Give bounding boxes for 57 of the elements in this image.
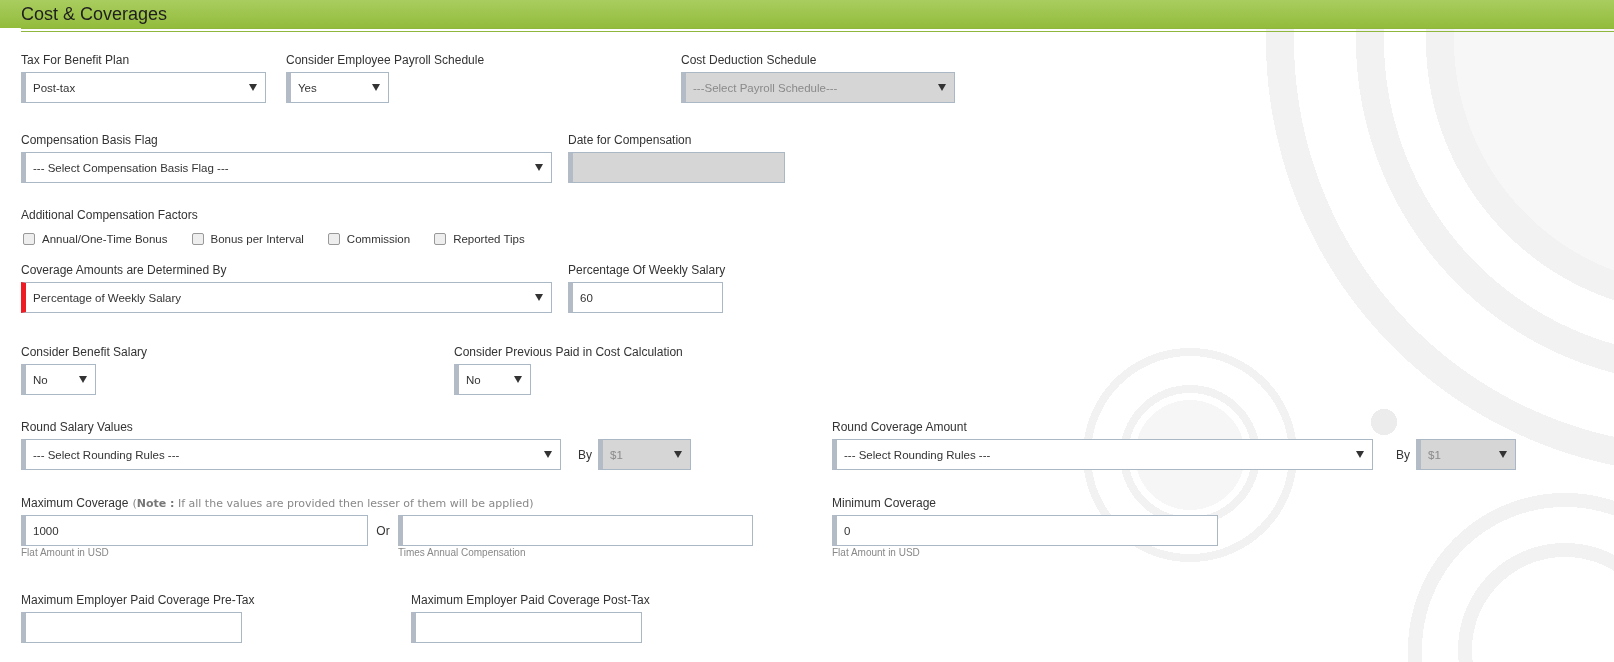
field-hint: Times Annual Compensation	[398, 546, 527, 560]
caret-icon	[249, 84, 257, 91]
field-label: Maximum Coverage	[21, 495, 129, 511]
input-field[interactable]: 60	[568, 282, 723, 313]
group-label: Additional Compensation Factors	[21, 207, 198, 223]
field-label: Date for Compensation	[568, 132, 692, 148]
checkbox[interactable]	[434, 233, 447, 245]
select-dropdown[interactable]: --- Select Rounding Rules ---	[21, 439, 561, 470]
field-label: Cost Deduction Schedule	[681, 52, 817, 68]
caret-icon	[514, 376, 522, 383]
select-dropdown[interactable]: No	[454, 364, 531, 395]
field-label: Consider Employee Payroll Schedule	[286, 52, 485, 68]
caret-icon	[1499, 451, 1507, 458]
input-field[interactable]	[398, 515, 753, 546]
select-dropdown[interactable]: --- Select Rounding Rules ---	[832, 439, 1373, 470]
select-dropdown[interactable]: Yes	[286, 72, 389, 103]
caret-icon	[544, 451, 552, 458]
caret-icon	[938, 84, 946, 91]
caret-icon	[674, 451, 682, 458]
joiner-text: By	[578, 447, 592, 462]
field-hint: Flat Amount in USD	[832, 546, 921, 560]
section-title: Cost & Coverages	[21, 3, 168, 25]
caret-icon	[372, 84, 380, 91]
field-label: Round Coverage Amount	[832, 419, 967, 435]
input-field[interactable]	[411, 612, 642, 643]
checkbox-label: Annual/One-Time Bonus	[42, 233, 168, 245]
field-label: Compensation Basis Flag	[21, 132, 158, 148]
caret-icon	[1356, 451, 1364, 458]
checkbox-label: Bonus per Interval	[210, 233, 304, 245]
select-dropdown[interactable]: --- Select Compensation Basis Flag ---	[21, 152, 552, 183]
field-hint: Flat Amount in USD	[21, 546, 110, 560]
field-label: Maximum Employer Paid Coverage Pre-Tax	[21, 592, 255, 608]
checkbox[interactable]	[191, 233, 204, 245]
checkbox[interactable]	[327, 233, 340, 245]
caret-icon	[535, 294, 543, 301]
field-label: Round Salary Values	[21, 419, 133, 435]
checkbox-label: Commission	[346, 233, 411, 245]
field-label: Coverage Amounts are Determined By	[21, 262, 227, 278]
note-text: (Note : If all the values are provided then lesser of them will be applied)	[132, 497, 534, 510]
checkbox[interactable]	[23, 233, 35, 245]
select-dropdown[interactable]: Post-tax	[21, 72, 266, 103]
input-field[interactable]: 0	[832, 515, 1218, 546]
field-label: Consider Previous Paid in Cost Calculation	[454, 344, 683, 360]
field-label: Percentage Of Weekly Salary	[568, 262, 726, 278]
caret-icon	[535, 164, 543, 171]
field-label: Consider Benefit Salary	[21, 344, 148, 360]
field-label: Tax For Benefit Plan	[21, 52, 130, 68]
select-dropdown[interactable]: Percentage of Weekly Salary	[21, 282, 552, 313]
input-field[interactable]	[21, 612, 242, 643]
checkbox-label: Reported Tips	[453, 233, 525, 245]
input-field[interactable]: 1000	[21, 515, 368, 546]
joiner-text: Or	[376, 523, 390, 538]
field-label: Minimum Coverage	[832, 495, 937, 511]
caret-icon	[79, 376, 87, 383]
select-dropdown[interactable]: No	[21, 364, 96, 395]
joiner-text: By	[1396, 447, 1410, 462]
field-label: Maximum Employer Paid Coverage Post-Tax	[411, 592, 650, 608]
